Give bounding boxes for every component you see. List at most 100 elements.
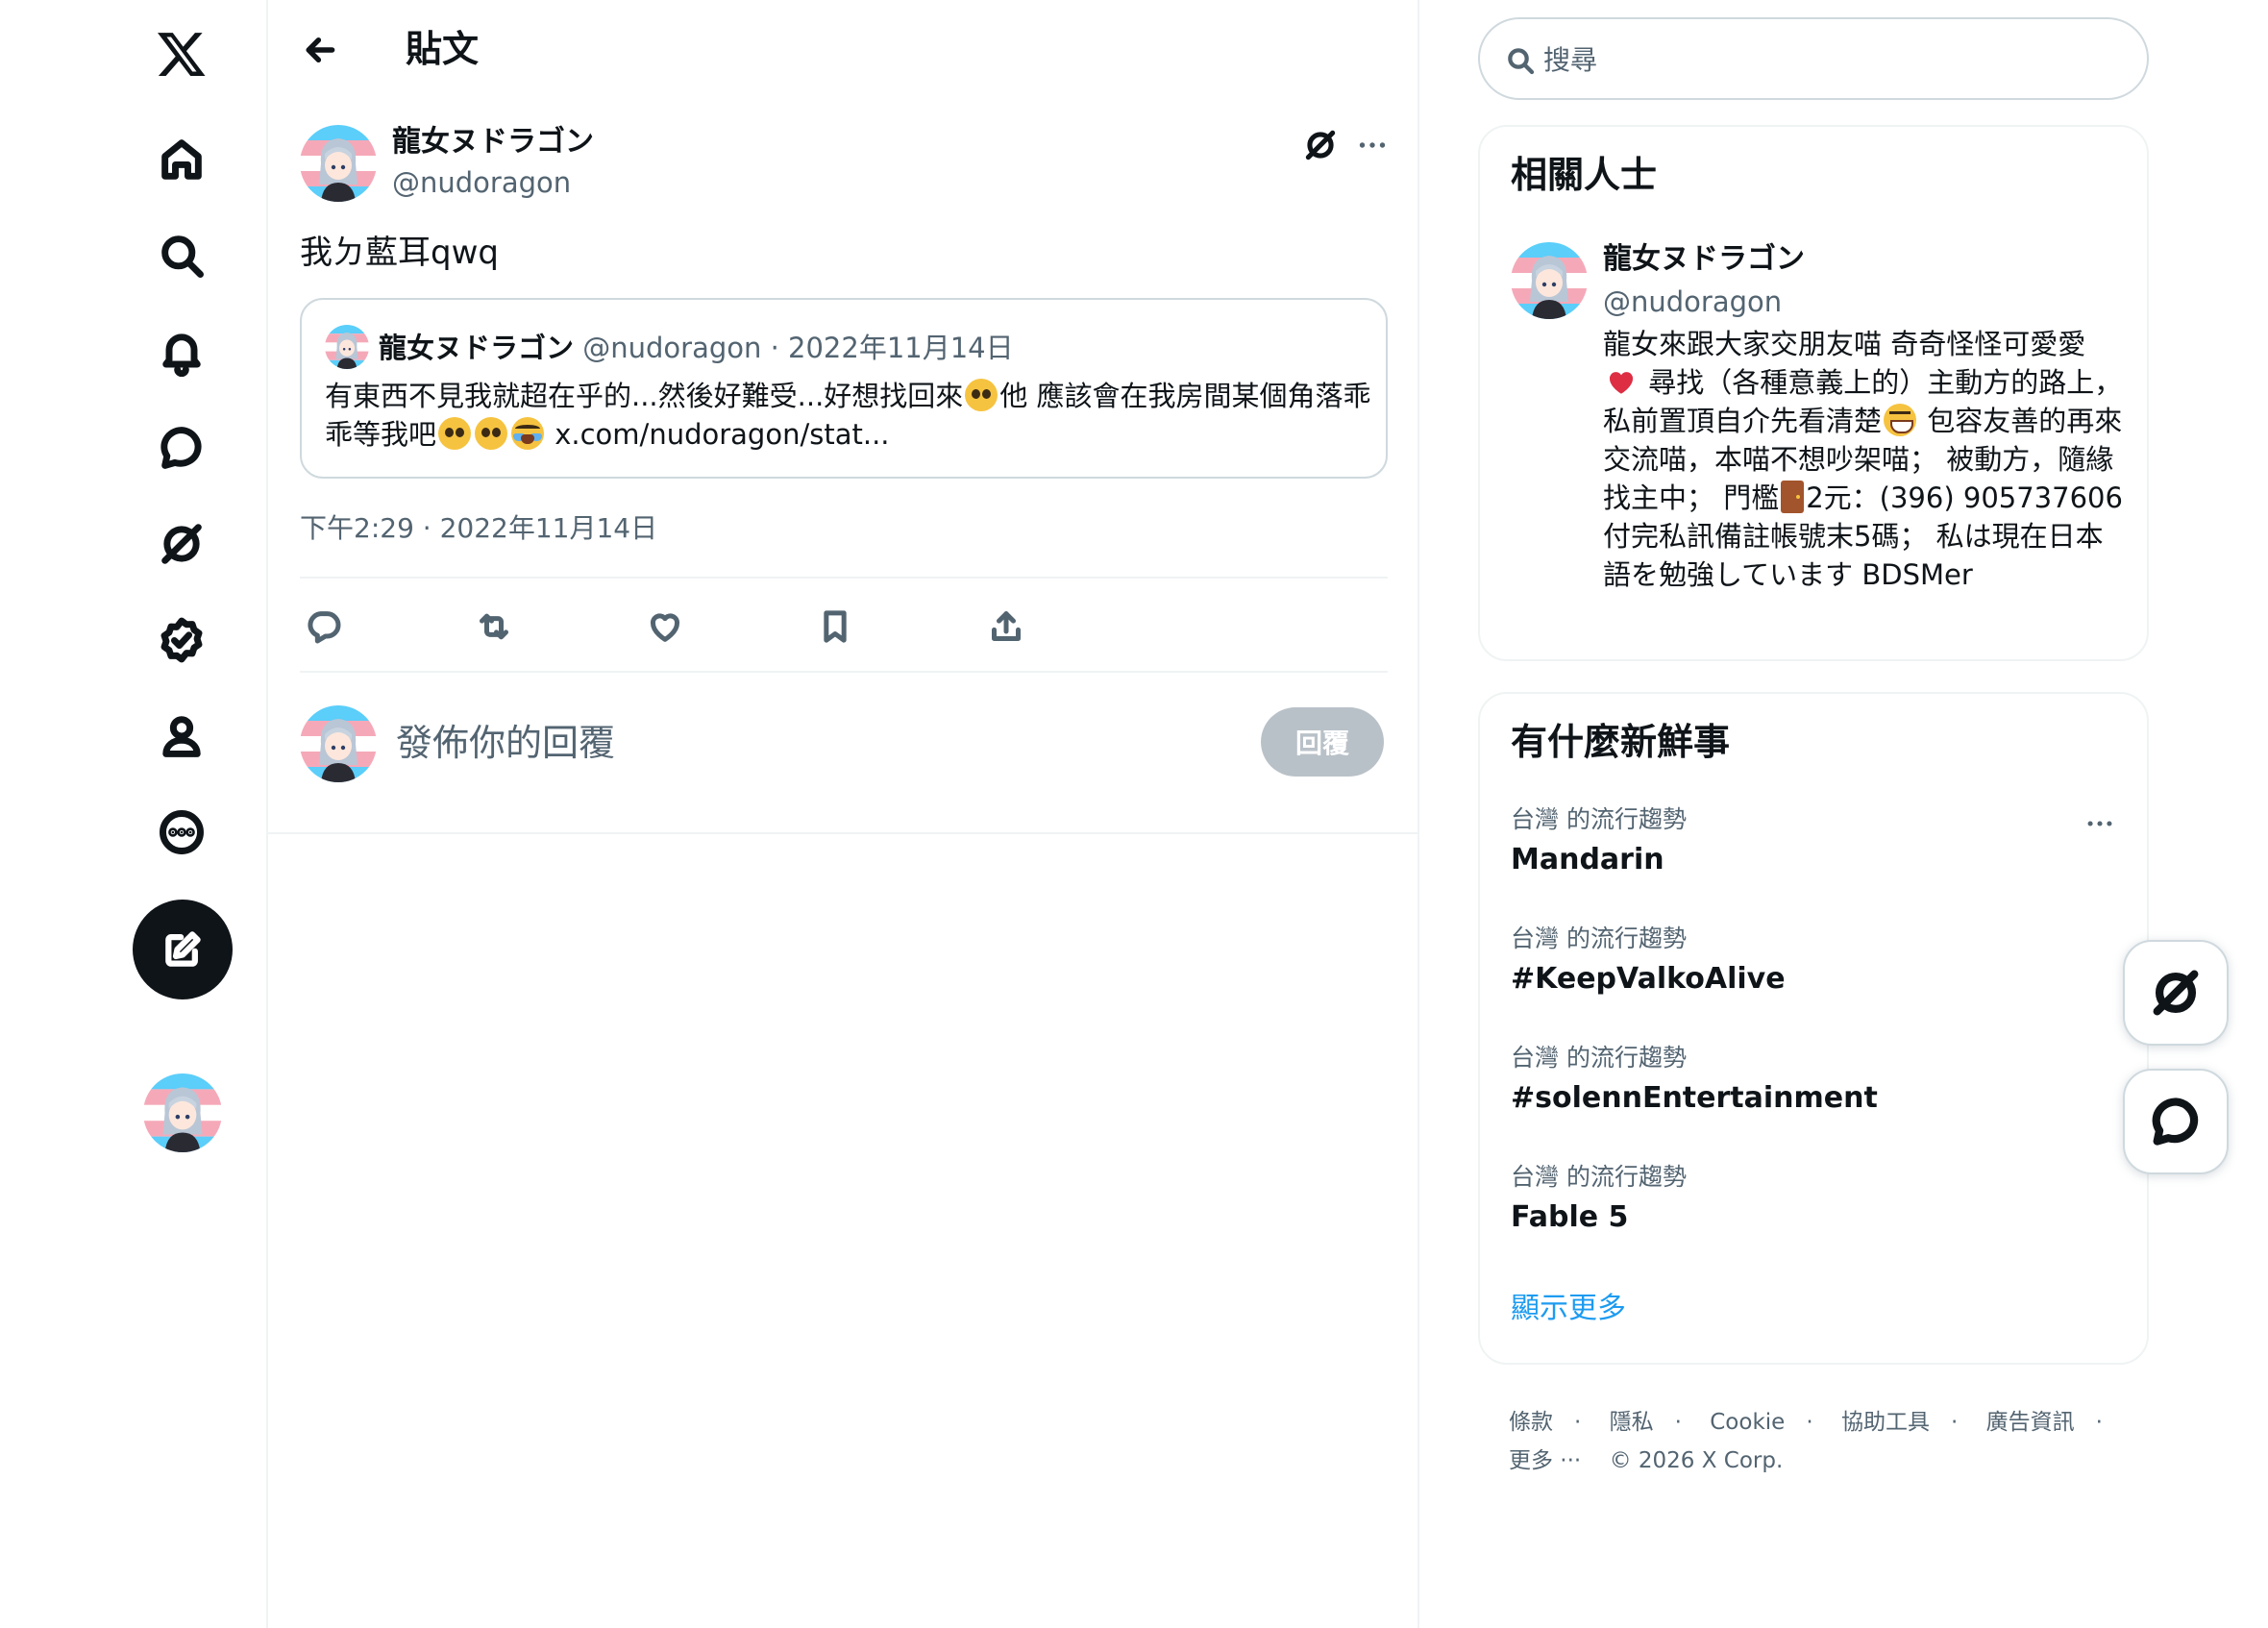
trend-meta: 台灣 的流行趨勢 — [1511, 925, 1687, 952]
trend-item[interactable]: 台灣 的流行趨勢 #solennEntertainment — [1511, 1042, 2107, 1119]
footer-privacy[interactable]: 隱私 — [1610, 1410, 1654, 1435]
bookmark-button[interactable] — [811, 603, 859, 651]
quote-author-avatar — [325, 325, 369, 369]
share-icon — [992, 611, 1021, 641]
more-horizontal-icon — [1359, 142, 1386, 148]
trend-meta: 台灣 的流行趨勢 — [1511, 1163, 1687, 1191]
quote-link[interactable]: x.com/nudoragon/stat... — [555, 418, 889, 451]
separator: · — [1950, 1410, 1959, 1435]
related-name[interactable]: 龍女ヌドラゴン — [1603, 240, 1805, 279]
separator: · — [1574, 1410, 1582, 1435]
pleading-face-emoji — [965, 379, 998, 411]
search-icon[interactable] — [134, 208, 230, 304]
trend-name: #KeepValkoAlive — [1511, 962, 1786, 996]
like-icon — [651, 613, 679, 642]
more-horizontal-icon — [2087, 821, 2112, 826]
divider — [268, 832, 1419, 834]
quote-text: 有東西不見我就超在乎的...然後好難受...好想找回來他 應該會在我房間某個角落… — [325, 377, 1372, 454]
separator: · — [2095, 1410, 2103, 1435]
bio-line-1: 龍女來跟大家交朋友喵 奇奇怪怪可愛愛 — [1603, 328, 2086, 360]
grok-icon — [2153, 970, 2199, 1016]
author-name[interactable]: 龍女ヌドラゴン — [392, 123, 594, 161]
show-more-link[interactable]: 顯示更多 — [1511, 1290, 1626, 1328]
related-title: 相關人士 — [1511, 154, 1658, 196]
footer-terms[interactable]: 條款 — [1509, 1410, 1553, 1435]
quote-meta: @nudoragon · 2022年11月14日 — [582, 332, 1014, 364]
quote-author-name: 龍女ヌドラゴン — [379, 332, 575, 364]
reply-icon — [308, 611, 341, 644]
reply-input[interactable] — [396, 716, 1069, 770]
author-handle[interactable]: @nudoragon — [392, 163, 571, 202]
page-title: 貼文 — [406, 28, 480, 70]
floating-grok-button[interactable] — [2123, 940, 2229, 1046]
bookmark-icon — [824, 610, 847, 643]
reply-button[interactable] — [300, 603, 348, 651]
search-input[interactable] — [1543, 37, 2120, 83]
chat-icon[interactable] — [134, 400, 230, 496]
grok-explain-button[interactable] — [1298, 123, 1343, 167]
related-people-card: 相關人士 龍女ヌドラゴン @nudoragon 龍女來跟大家交朋友喵 奇奇怪怪可… — [1478, 125, 2149, 661]
trend-item[interactable]: 台灣 的流行趨勢 Fable 5 — [1511, 1161, 2107, 1238]
footer-accessibility[interactable]: 協助工具 — [1841, 1410, 1930, 1435]
footer-ads[interactable]: 廣告資訊 — [1986, 1410, 2075, 1435]
related-avatar[interactable] — [1511, 242, 1588, 319]
trend-item[interactable]: 台灣 的流行趨勢 Mandarin — [1511, 803, 2107, 880]
post-more-button[interactable] — [1350, 123, 1394, 167]
grok-icon — [1305, 130, 1336, 160]
trend-name: #solennEntertainment — [1511, 1081, 1878, 1115]
footer-copyright: © 2026 X Corp. — [1609, 1448, 1784, 1473]
back-button[interactable] — [291, 21, 349, 79]
trend-name: Mandarin — [1511, 843, 1664, 876]
separator: · — [1674, 1410, 1682, 1435]
trend-name: Fable 5 — [1511, 1200, 1629, 1234]
like-button[interactable] — [641, 603, 689, 651]
more-circle-icon[interactable] — [134, 784, 230, 880]
heart-emoji — [1605, 365, 1638, 398]
arrow-left-icon — [306, 37, 335, 62]
grok-icon[interactable] — [134, 496, 230, 592]
separator: · — [1806, 1410, 1813, 1435]
crying-face-emoji — [511, 417, 545, 450]
footer-more[interactable]: 更多 ··· — [1509, 1448, 1581, 1473]
trends-card: 有什麼新鮮事 台灣 的流行趨勢 Mandarin 台灣 的流行趨勢 #KeepV… — [1478, 692, 2149, 1365]
footer-cookie[interactable]: Cookie — [1710, 1410, 1785, 1435]
pleading-face-emoji — [438, 417, 472, 450]
verified-icon[interactable] — [134, 592, 230, 688]
compose-button[interactable] — [133, 900, 233, 999]
quote-header: 龍女ヌドラゴン @nudoragon · 2022年11月14日 — [379, 329, 1014, 367]
post-detail-column: 貼文 龍女ヌドラゴン @nudoragon 我ㄉ藍耳qwq 龍女ヌドラゴン @n… — [268, 0, 1419, 1628]
quote-tweet-card[interactable]: 龍女ヌドラゴン @nudoragon · 2022年11月14日 有東西不見我就… — [300, 298, 1388, 479]
floating-chat-button[interactable] — [2123, 1069, 2229, 1174]
account-avatar[interactable] — [143, 1073, 222, 1152]
search-box[interactable] — [1478, 17, 2149, 100]
retweet-icon — [480, 613, 508, 640]
trend-meta: 台灣 的流行趨勢 — [1511, 805, 1687, 833]
reply-avatar — [300, 705, 377, 782]
related-bio: 龍女來跟大家交朋友喵 奇奇怪怪可愛愛 尋找（各種意義上的）主動方的路上， 私前置… — [1603, 325, 2130, 594]
related-handle[interactable]: @nudoragon — [1603, 283, 1782, 321]
compose-icon — [165, 931, 201, 967]
door-emoji — [1781, 481, 1805, 513]
author-avatar[interactable] — [300, 125, 377, 202]
post-action-bar — [300, 577, 1388, 673]
trend-more-button[interactable] — [2076, 809, 2124, 838]
trend-meta: 台灣 的流行趨勢 — [1511, 1044, 1687, 1072]
trend-item[interactable]: 台灣 的流行趨勢 #KeepValkoAlive — [1511, 923, 2107, 999]
quote-text-part1: 有東西不見我就超在乎的...然後好難受...好想找回來 — [325, 380, 964, 412]
pleading-face-emoji — [475, 417, 508, 450]
grinning-squint-emoji — [1884, 404, 1917, 436]
search-icon — [1508, 48, 1535, 75]
footer-links: 條款 · 隱私 · Cookie · 協助工具 · 廣告資訊 · 更多 ··· © 202… — [1509, 1403, 2133, 1480]
reply-submit-button[interactable]: 回覆 — [1261, 707, 1384, 777]
profile-icon[interactable] — [134, 688, 230, 784]
bell-icon[interactable] — [134, 304, 230, 400]
left-nav — [0, 0, 268, 1628]
chat-icon — [2152, 1098, 2199, 1146]
x-logo[interactable] — [134, 6, 230, 102]
home-icon[interactable] — [134, 111, 230, 208]
post-timestamp[interactable]: 下午2:29 · 2022年11月14日 — [300, 509, 657, 548]
retweet-button[interactable] — [470, 603, 518, 651]
post-text: 我ㄉ藍耳qwq — [300, 234, 499, 272]
share-button[interactable] — [982, 603, 1030, 651]
trends-title: 有什麼新鮮事 — [1511, 721, 1731, 763]
